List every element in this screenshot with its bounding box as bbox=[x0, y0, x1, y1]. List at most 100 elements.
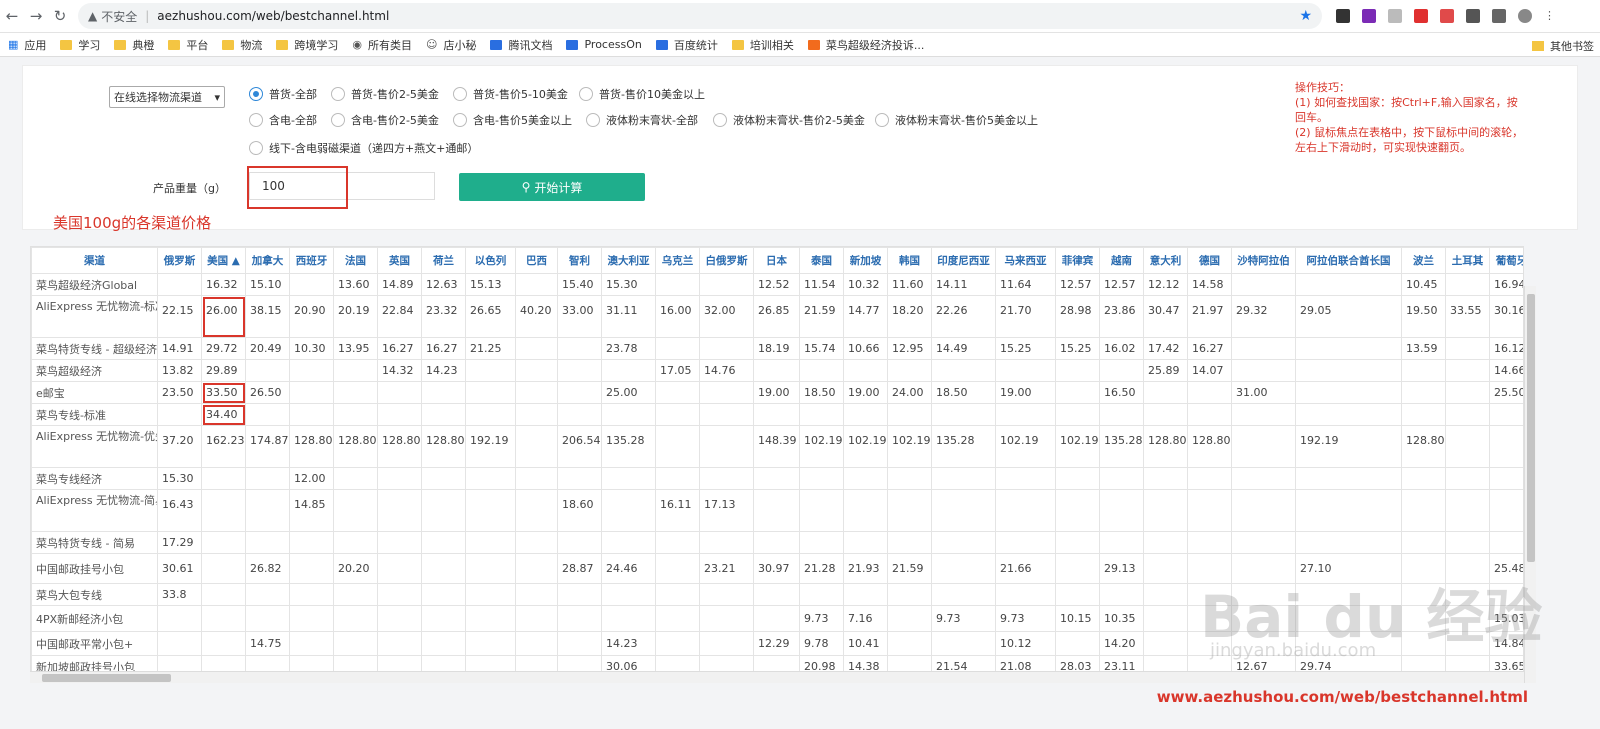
column-header-country[interactable]: 泰国 bbox=[799, 247, 844, 274]
bookmark-item[interactable]: ProcessOn bbox=[566, 38, 642, 51]
column-header-country[interactable]: 西班牙 bbox=[289, 247, 334, 274]
bookmark-item[interactable]: 腾讯文档 bbox=[490, 37, 552, 53]
column-header-country[interactable]: 沙特阿拉伯 bbox=[1231, 247, 1296, 274]
scrollbar-thumb[interactable] bbox=[1527, 294, 1535, 562]
radio-option[interactable]: 液体粉末膏状-售价2-5美金 bbox=[713, 112, 865, 128]
column-header-country[interactable]: 日本 bbox=[753, 247, 800, 274]
check-extension-icon[interactable] bbox=[1388, 9, 1402, 23]
radio-option[interactable]: 含电-售价2-5美金 bbox=[331, 112, 439, 128]
column-header-country[interactable]: 英国 bbox=[377, 247, 422, 274]
bookmark-item[interactable]: 跨境学习 bbox=[276, 37, 338, 53]
bookmark-item[interactable]: 百度统计 bbox=[655, 37, 718, 53]
radio-option[interactable]: 液体粉末膏状-售价5美金以上 bbox=[875, 112, 1038, 128]
price-cell: 22.26 bbox=[931, 295, 996, 338]
reload-icon[interactable]: ↻ bbox=[48, 7, 72, 25]
price-cell: 30.97 bbox=[753, 553, 800, 584]
radio-option[interactable]: 含电-售价5美金以上 bbox=[453, 112, 572, 128]
column-header-country[interactable]: 波兰 bbox=[1401, 247, 1446, 274]
column-header-country[interactable]: 意大利 bbox=[1143, 247, 1188, 274]
column-header-country[interactable]: 印度尼西亚 bbox=[931, 247, 996, 274]
bookmark-item[interactable]: 学习 bbox=[60, 37, 100, 53]
price-cell: 102.19 bbox=[799, 425, 844, 468]
star-icon[interactable]: ★ bbox=[1299, 8, 1312, 24]
column-header-country[interactable]: 法国 bbox=[333, 247, 378, 274]
price-cell bbox=[557, 605, 602, 632]
column-header-channel[interactable]: 渠道 bbox=[31, 247, 158, 274]
price-cell bbox=[245, 583, 290, 606]
calculate-button[interactable]: ⚲ 开始计算 bbox=[459, 173, 645, 201]
column-header-country[interactable]: 澳大利亚 bbox=[601, 247, 656, 274]
column-header-country[interactable]: 越南 bbox=[1099, 247, 1144, 274]
column-header-country[interactable]: 阿拉伯联合酋长国 bbox=[1295, 247, 1402, 274]
price-cell bbox=[515, 403, 558, 426]
column-header-country[interactable]: 美国 ▲ bbox=[201, 247, 246, 274]
puzzle-icon[interactable] bbox=[1492, 9, 1506, 23]
column-header-country[interactable]: 菲律宾 bbox=[1055, 247, 1100, 274]
price-cell bbox=[465, 403, 516, 426]
back-icon[interactable]: ← bbox=[0, 7, 24, 25]
table-row: 菜鸟超级经济 13.82 29.89 14.32 14.23 17.05 14.76 25.8… bbox=[31, 359, 1523, 382]
radio-option[interactable]: 液体粉末膏状-全部 bbox=[586, 112, 698, 128]
price-cell bbox=[465, 631, 516, 656]
channel-mode-select[interactable]: 在线选择物流渠道 ▾ bbox=[109, 86, 225, 108]
column-header-country[interactable]: 土耳其 bbox=[1445, 247, 1490, 274]
radio-option[interactable]: 普货-售价10美金以上 bbox=[579, 86, 705, 102]
column-header-country[interactable]: 以色列 bbox=[465, 247, 516, 274]
horizontal-scrollbar[interactable] bbox=[30, 671, 1524, 683]
radio-option[interactable]: 普货-售价2-5美金 bbox=[331, 86, 439, 102]
avatar[interactable] bbox=[1518, 9, 1532, 23]
price-cell bbox=[557, 583, 602, 606]
red-extension-icon[interactable] bbox=[1440, 9, 1454, 23]
other-bookmarks[interactable]: 其他书签 bbox=[1532, 38, 1594, 54]
channel-name-cell: 菜鸟大包专线 bbox=[31, 583, 158, 606]
price-cell: 20.20 bbox=[333, 553, 378, 584]
column-header-country[interactable]: 葡萄牙 bbox=[1489, 247, 1523, 274]
tips-line: (2) 鼠标焦点在表格中，按下鼠标中间的滚轮，左右上下滑动时，可实现快速翻页。 bbox=[1295, 126, 1524, 154]
forward-icon[interactable]: → bbox=[24, 7, 48, 25]
radio-option[interactable]: 含电-全部 bbox=[249, 112, 317, 128]
bookmark-apps[interactable]: ▦ 应用 bbox=[8, 37, 46, 53]
column-header-country[interactable]: 韩国 bbox=[887, 247, 932, 274]
price-cell bbox=[201, 553, 246, 584]
price-cell: 16.50 bbox=[1099, 381, 1144, 404]
menu-icon[interactable]: ⋮ bbox=[1544, 9, 1555, 23]
column-header-country[interactable]: 德国 bbox=[1187, 247, 1232, 274]
price-cell bbox=[557, 337, 602, 360]
column-header-country[interactable]: 新加坡 bbox=[843, 247, 888, 274]
bookmark-item[interactable]: 典橙 bbox=[114, 37, 154, 53]
bookmark-item[interactable]: 培训相关 bbox=[731, 37, 794, 53]
jpg-extension-icon[interactable] bbox=[1362, 9, 1376, 23]
column-header-country[interactable]: 俄罗斯 bbox=[157, 247, 202, 274]
channel-name-cell: 菜鸟专线-标准 bbox=[31, 403, 158, 426]
bookmark-item[interactable]: 物流 bbox=[222, 37, 262, 53]
scrollbar-thumb[interactable] bbox=[42, 674, 171, 682]
column-header-country[interactable]: 荷兰 bbox=[421, 247, 466, 274]
column-header-country[interactable]: 马来西亚 bbox=[995, 247, 1056, 274]
column-header-country[interactable]: 加拿大 bbox=[245, 247, 290, 274]
address-bar[interactable]: ▲ 不安全 | aezhushou.com/web/bestchannel.ht… bbox=[78, 3, 1322, 29]
column-header-country[interactable]: 智利 bbox=[557, 247, 602, 274]
radio-option[interactable]: 普货-全部 bbox=[249, 86, 317, 102]
radio-icon bbox=[579, 87, 593, 101]
radio-option[interactable]: 普货-售价5-10美金 bbox=[453, 86, 568, 102]
bookmark-item[interactable]: 平台 bbox=[168, 37, 208, 53]
column-header-country[interactable]: 乌克兰 bbox=[655, 247, 700, 274]
price-cell bbox=[655, 273, 700, 296]
radio-option[interactable]: 线下-含电弱磁渠道（递四方+燕文+通邮） bbox=[249, 140, 478, 156]
price-cell bbox=[377, 403, 422, 426]
price-cell bbox=[377, 631, 422, 656]
price-cell: 21.25 bbox=[465, 337, 516, 360]
price-cell: 32.00 bbox=[699, 295, 754, 338]
bookmark-item[interactable]: ◉ 所有类目 bbox=[352, 37, 412, 53]
price-cell: 12.52 bbox=[753, 273, 800, 296]
column-header-country[interactable]: 白俄罗斯 bbox=[699, 247, 754, 274]
qr-extension-icon[interactable] bbox=[1336, 9, 1350, 23]
price-cell: 16.27 bbox=[1187, 337, 1232, 360]
screen-extension-icon[interactable] bbox=[1466, 9, 1480, 23]
bookmark-item[interactable]: ☺ 店小秘 bbox=[426, 37, 476, 53]
column-header-country[interactable]: 巴西 bbox=[515, 247, 558, 274]
bookmark-item[interactable]: 菜鸟超级经济投诉... bbox=[807, 37, 924, 53]
price-cell: 23.86 bbox=[1099, 295, 1144, 338]
msg-extension-icon[interactable] bbox=[1414, 9, 1428, 23]
price-cell bbox=[699, 583, 754, 606]
